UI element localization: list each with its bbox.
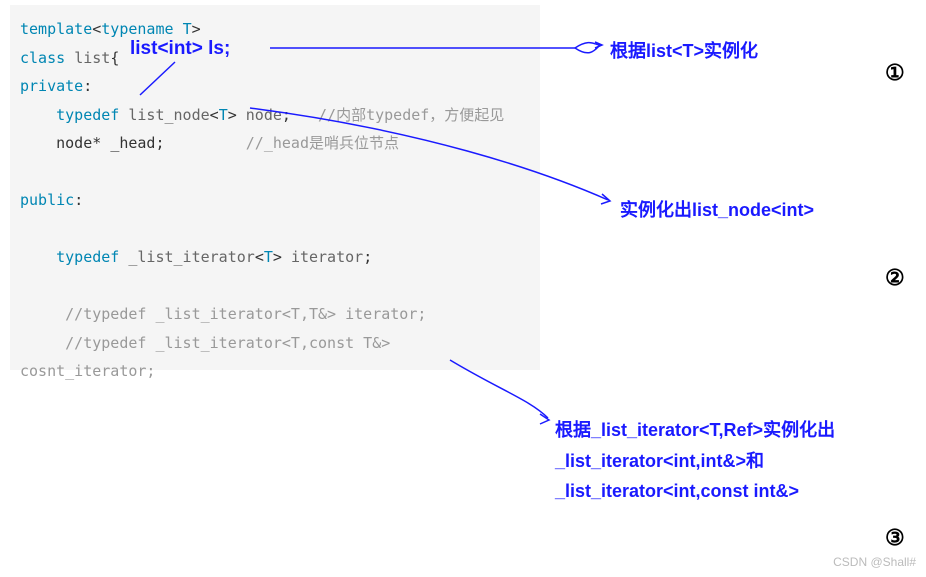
code-line-blank3 [20,272,530,301]
arrow-3-head [540,414,549,424]
code-line-1: template<typename T> [20,15,530,44]
overlay-list-int: list<int> ls; [130,38,230,60]
keyword-public: public [20,191,74,209]
code-line-2: class list{ [20,44,530,73]
alias-iterator: iterator [291,248,363,266]
annotation-3-line-1: 根据_list_iterator<T,Ref>实例化出 [555,415,835,446]
marker-3: ③ [885,525,905,551]
arrow-1-curve-top [575,43,600,48]
arrow-1-curve-bot [575,45,600,53]
class-name-list: list [74,49,110,67]
annotation-2: 实例化出list_node<int> [620,195,814,226]
keyword-private: private [20,77,83,95]
member-head: _head [110,134,155,152]
code-line-5: node* _head; //_head是哨兵位节点 [20,129,530,158]
arrow-1-head [595,42,602,48]
keyword-typename: typename [101,20,173,38]
type-list-iterator: _list_iterator [128,248,254,266]
comment-iter-2: //typedef _list_iterator<T,const T&> cos… [20,334,390,381]
alias-node: node [246,106,282,124]
code-line-blank1 [20,158,530,187]
arrow-2-head [601,194,610,204]
keyword-template: template [20,20,92,38]
keyword-typedef: typedef [56,106,119,124]
code-line-3: private: [20,72,530,101]
code-line-blank2 [20,215,530,244]
code-line-4: typedef list_node<T> node; //内部typedef，方… [20,101,530,130]
comment-iter-1: //typedef _list_iterator<T,T&> iterator; [65,305,426,323]
code-line-6: public: [20,186,530,215]
type-node-ptr: node* [56,134,101,152]
marker-1: ① [885,60,905,86]
keyword-typedef-2: typedef [56,248,119,266]
watermark: CSDN @Shall# [833,555,916,569]
template-param-T: T [183,20,192,38]
annotation-1: 根据list<T>实例化 [610,36,758,67]
code-block: template<typename T> class list{ private… [10,5,540,370]
comment-inner-typedef: //内部typedef，方便起见 [318,106,504,124]
code-line-7: typedef _list_iterator<T> iterator; [20,243,530,272]
code-line-8: //typedef _list_iterator<T,T&> iterator; [20,300,530,329]
keyword-class: class [20,49,65,67]
type-list-node: list_node [128,106,209,124]
annotation-3-line-2: _list_iterator<int,int&>和 [555,446,835,477]
annotation-3-line-3: _list_iterator<int,const int&> [555,476,835,507]
comment-head: //_head是哨兵位节点 [246,134,399,152]
annotation-3: 根据_list_iterator<T,Ref>实例化出 _list_iterat… [555,415,835,507]
marker-2: ② [885,265,905,291]
code-line-9: //typedef _list_iterator<T,const T&> cos… [20,329,530,386]
